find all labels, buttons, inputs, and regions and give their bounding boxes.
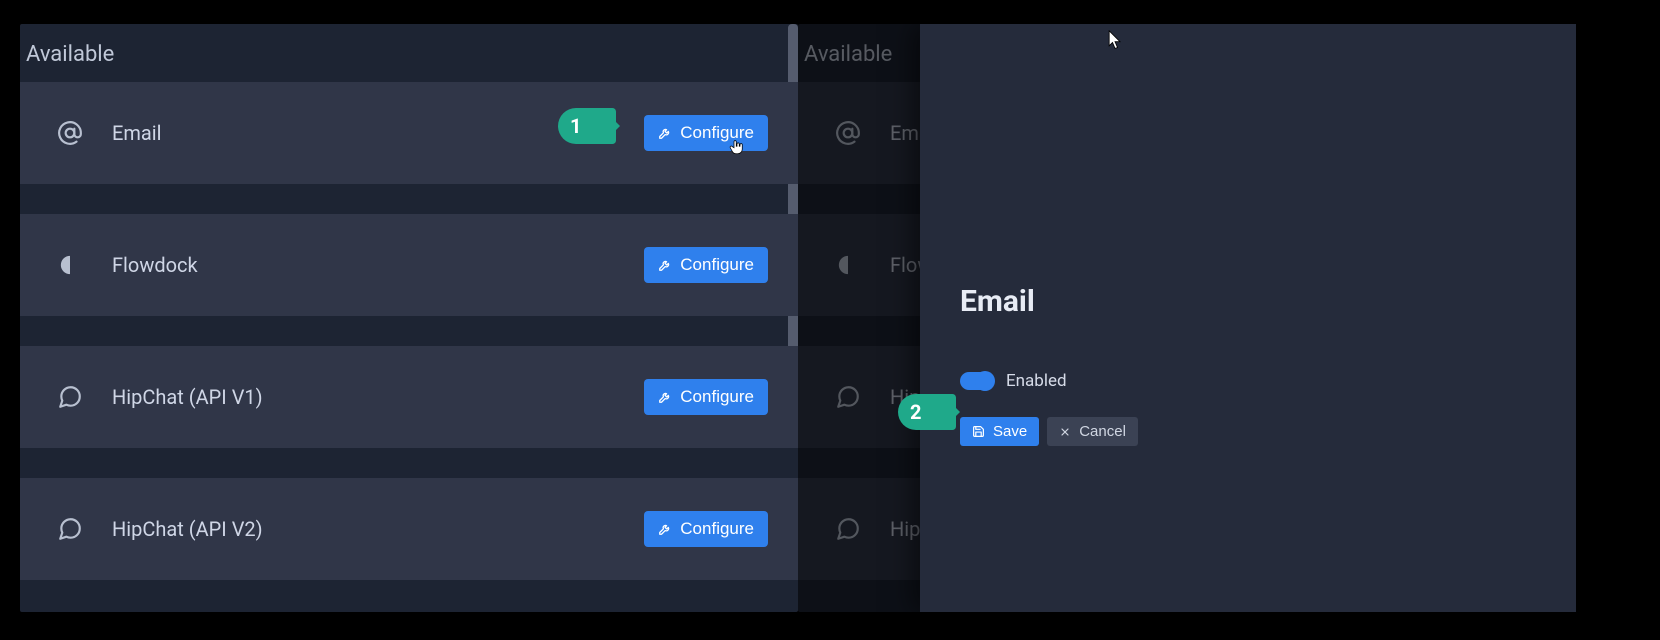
cancel-button[interactable]: Cancel — [1047, 417, 1138, 446]
toggle-knob — [975, 371, 995, 391]
enabled-toggle[interactable] — [960, 372, 994, 390]
chat-bubble-icon — [50, 516, 90, 542]
slideout-button-row: Save Cancel — [960, 417, 1536, 446]
wrench-icon — [658, 258, 672, 272]
save-button[interactable]: Save — [960, 417, 1039, 446]
flowdock-icon — [828, 254, 868, 276]
chat-bubble-icon — [50, 384, 90, 410]
chat-bubble-icon — [828, 516, 868, 542]
save-button-label: Save — [993, 423, 1027, 440]
integration-row-email: Email Configure — [20, 82, 798, 184]
integration-row-hipchat-v1: HipChat (API V1) Configure — [20, 346, 798, 448]
configure-button[interactable]: Configure — [644, 511, 768, 547]
callout-marker-1: 1 — [558, 108, 616, 144]
callout-marker-2: 2 — [898, 394, 956, 430]
configure-button-label: Configure — [680, 387, 754, 407]
enabled-toggle-row: Enabled — [960, 371, 1536, 391]
integration-list: Email Configure Flowdock Config — [20, 82, 798, 610]
configure-button[interactable]: Configure — [644, 379, 768, 415]
wrench-icon — [658, 390, 672, 404]
configure-button[interactable]: Configure — [644, 247, 768, 283]
at-sign-icon — [828, 120, 868, 146]
integration-label: Flowdock — [90, 253, 644, 277]
section-title-available: Available — [20, 24, 798, 85]
slideout-heading: Email — [960, 284, 1536, 319]
wrench-icon — [658, 522, 672, 536]
flowdock-icon — [50, 254, 90, 276]
configure-button-label: Configure — [680, 255, 754, 275]
cancel-button-label: Cancel — [1079, 423, 1126, 440]
wrench-icon — [658, 126, 672, 140]
integration-label: HipChat (API V1) — [90, 385, 644, 409]
at-sign-icon — [50, 120, 90, 146]
email-config-slideout: Email Enabled Save Cancel — [920, 24, 1576, 612]
cursor-arrow-icon — [1108, 30, 1124, 52]
integration-row-hipchat-v2: HipChat (API V2) Configure — [20, 478, 798, 580]
left-panel: Available Email Configure Flow — [20, 24, 798, 612]
configure-button-label: Configure — [680, 519, 754, 539]
close-icon — [1059, 426, 1071, 438]
integration-row-flowdock: Flowdock Configure — [20, 214, 798, 316]
chat-bubble-icon — [828, 384, 868, 410]
configure-button[interactable]: Configure — [644, 115, 768, 151]
integration-label: HipChat (API V2) — [90, 517, 644, 541]
enabled-label: Enabled — [1006, 371, 1067, 391]
save-icon — [972, 425, 985, 438]
cursor-hand-icon — [728, 136, 746, 158]
